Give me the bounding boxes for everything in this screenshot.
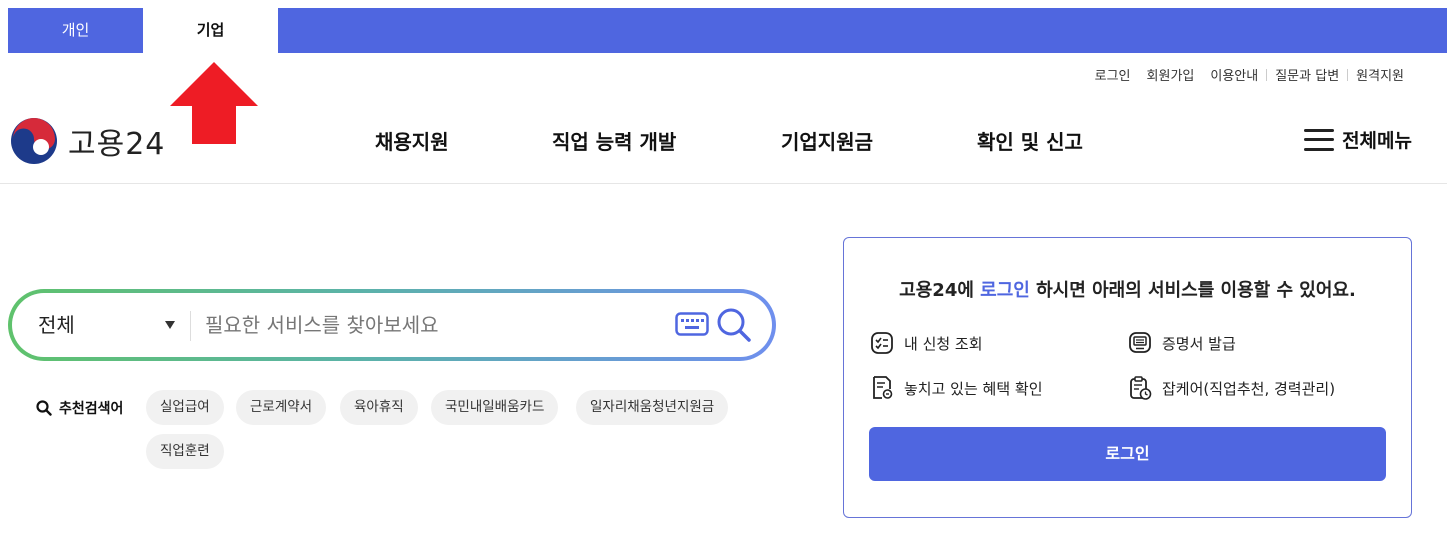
red-arrow-annotation xyxy=(170,62,258,144)
checklist-icon xyxy=(871,332,893,354)
util-guide-link[interactable]: 이용안내 xyxy=(1202,65,1266,84)
document-search-icon xyxy=(873,376,893,399)
search-scope-select[interactable]: 전체 xyxy=(38,293,75,357)
keyword-chip[interactable]: 일자리채움청년지원금 xyxy=(576,390,729,425)
logo-text: 고용24 xyxy=(68,127,166,162)
service-certificate[interactable]: 증명서 발급 xyxy=(1128,331,1236,355)
service-label: 내 신청 조회 xyxy=(904,334,983,353)
tab-personal[interactable]: 개인 xyxy=(8,8,143,53)
recommended-keywords-label: 추천검색어 xyxy=(36,398,123,418)
magnifier-icon xyxy=(36,400,52,416)
audience-tab-bar: 개인 기업 xyxy=(8,8,1447,53)
search-bar: 전체 xyxy=(8,289,776,361)
keyword-chip[interactable]: 육아휴직 xyxy=(340,390,418,425)
site-logo[interactable]: 고용24 xyxy=(10,117,165,165)
certificate-icon xyxy=(1129,332,1151,353)
keyboard-icon[interactable] xyxy=(675,312,709,336)
all-menu-button[interactable]: 전체메뉴 xyxy=(1304,126,1412,153)
nav-recruit-support[interactable]: 채용지원 xyxy=(375,126,449,155)
keyword-chip[interactable]: 근로계약서 xyxy=(236,390,327,425)
search-icon[interactable] xyxy=(716,307,752,343)
title-suffix: 하시면 아래의 서비스를 이용할 수 있어요. xyxy=(1029,280,1356,301)
util-remote-support-link[interactable]: 원격지원 xyxy=(1348,65,1412,84)
search-input[interactable] xyxy=(205,305,665,345)
service-missed-benefits[interactable]: 놓치고 있는 혜택 확인 xyxy=(870,375,1043,401)
clipboard-clock-icon xyxy=(1130,376,1152,400)
service-label: 잡케어(직업추천, 경력관리) xyxy=(1162,379,1336,398)
login-panel: 고용24에 로그인 하시면 아래의 서비스를 이용할 수 있어요. 내 신청 조… xyxy=(843,237,1412,518)
tab-business[interactable]: 기업 xyxy=(143,8,278,53)
service-label: 증명서 발급 xyxy=(1162,334,1236,353)
keyword-chip[interactable]: 실업급여 xyxy=(146,390,224,425)
hamburger-icon xyxy=(1304,128,1335,151)
service-jobcare[interactable]: 잡케어(직업추천, 경력관리) xyxy=(1128,375,1335,401)
keyword-chip[interactable]: 국민내일배움카드 xyxy=(431,390,559,425)
title-prefix: 고용24에 xyxy=(899,280,981,301)
taegeuk-logo-icon xyxy=(11,118,57,164)
service-label: 놓치고 있는 혜택 확인 xyxy=(904,379,1043,398)
util-qna-link[interactable]: 질문과 답변 xyxy=(1267,65,1347,84)
keyword-chip[interactable]: 직업훈련 xyxy=(146,434,224,469)
search-divider xyxy=(190,311,191,341)
util-signup-link[interactable]: 회원가입 xyxy=(1139,65,1203,84)
service-my-applications[interactable]: 내 신청 조회 xyxy=(870,331,983,355)
header-divider xyxy=(0,183,1447,184)
caret-down-icon[interactable] xyxy=(165,321,175,329)
title-login-link[interactable]: 로그인 xyxy=(980,280,1030,301)
login-panel-title: 고용24에 로그인 하시면 아래의 서비스를 이용할 수 있어요. xyxy=(844,276,1411,302)
all-menu-label: 전체메뉴 xyxy=(1342,130,1412,152)
nav-business-subsidy[interactable]: 기업지원금 xyxy=(781,126,873,155)
recommended-label-text: 추천검색어 xyxy=(59,401,124,417)
nav-confirm-report[interactable]: 확인 및 신고 xyxy=(977,126,1083,155)
utility-links: 로그인 회원가입 이용안내 질문과 답변 원격지원 xyxy=(1087,65,1412,84)
util-login-link[interactable]: 로그인 xyxy=(1087,65,1139,84)
nav-vocational-training[interactable]: 직업 능력 개발 xyxy=(552,126,676,155)
login-button[interactable]: 로그인 xyxy=(869,427,1386,481)
